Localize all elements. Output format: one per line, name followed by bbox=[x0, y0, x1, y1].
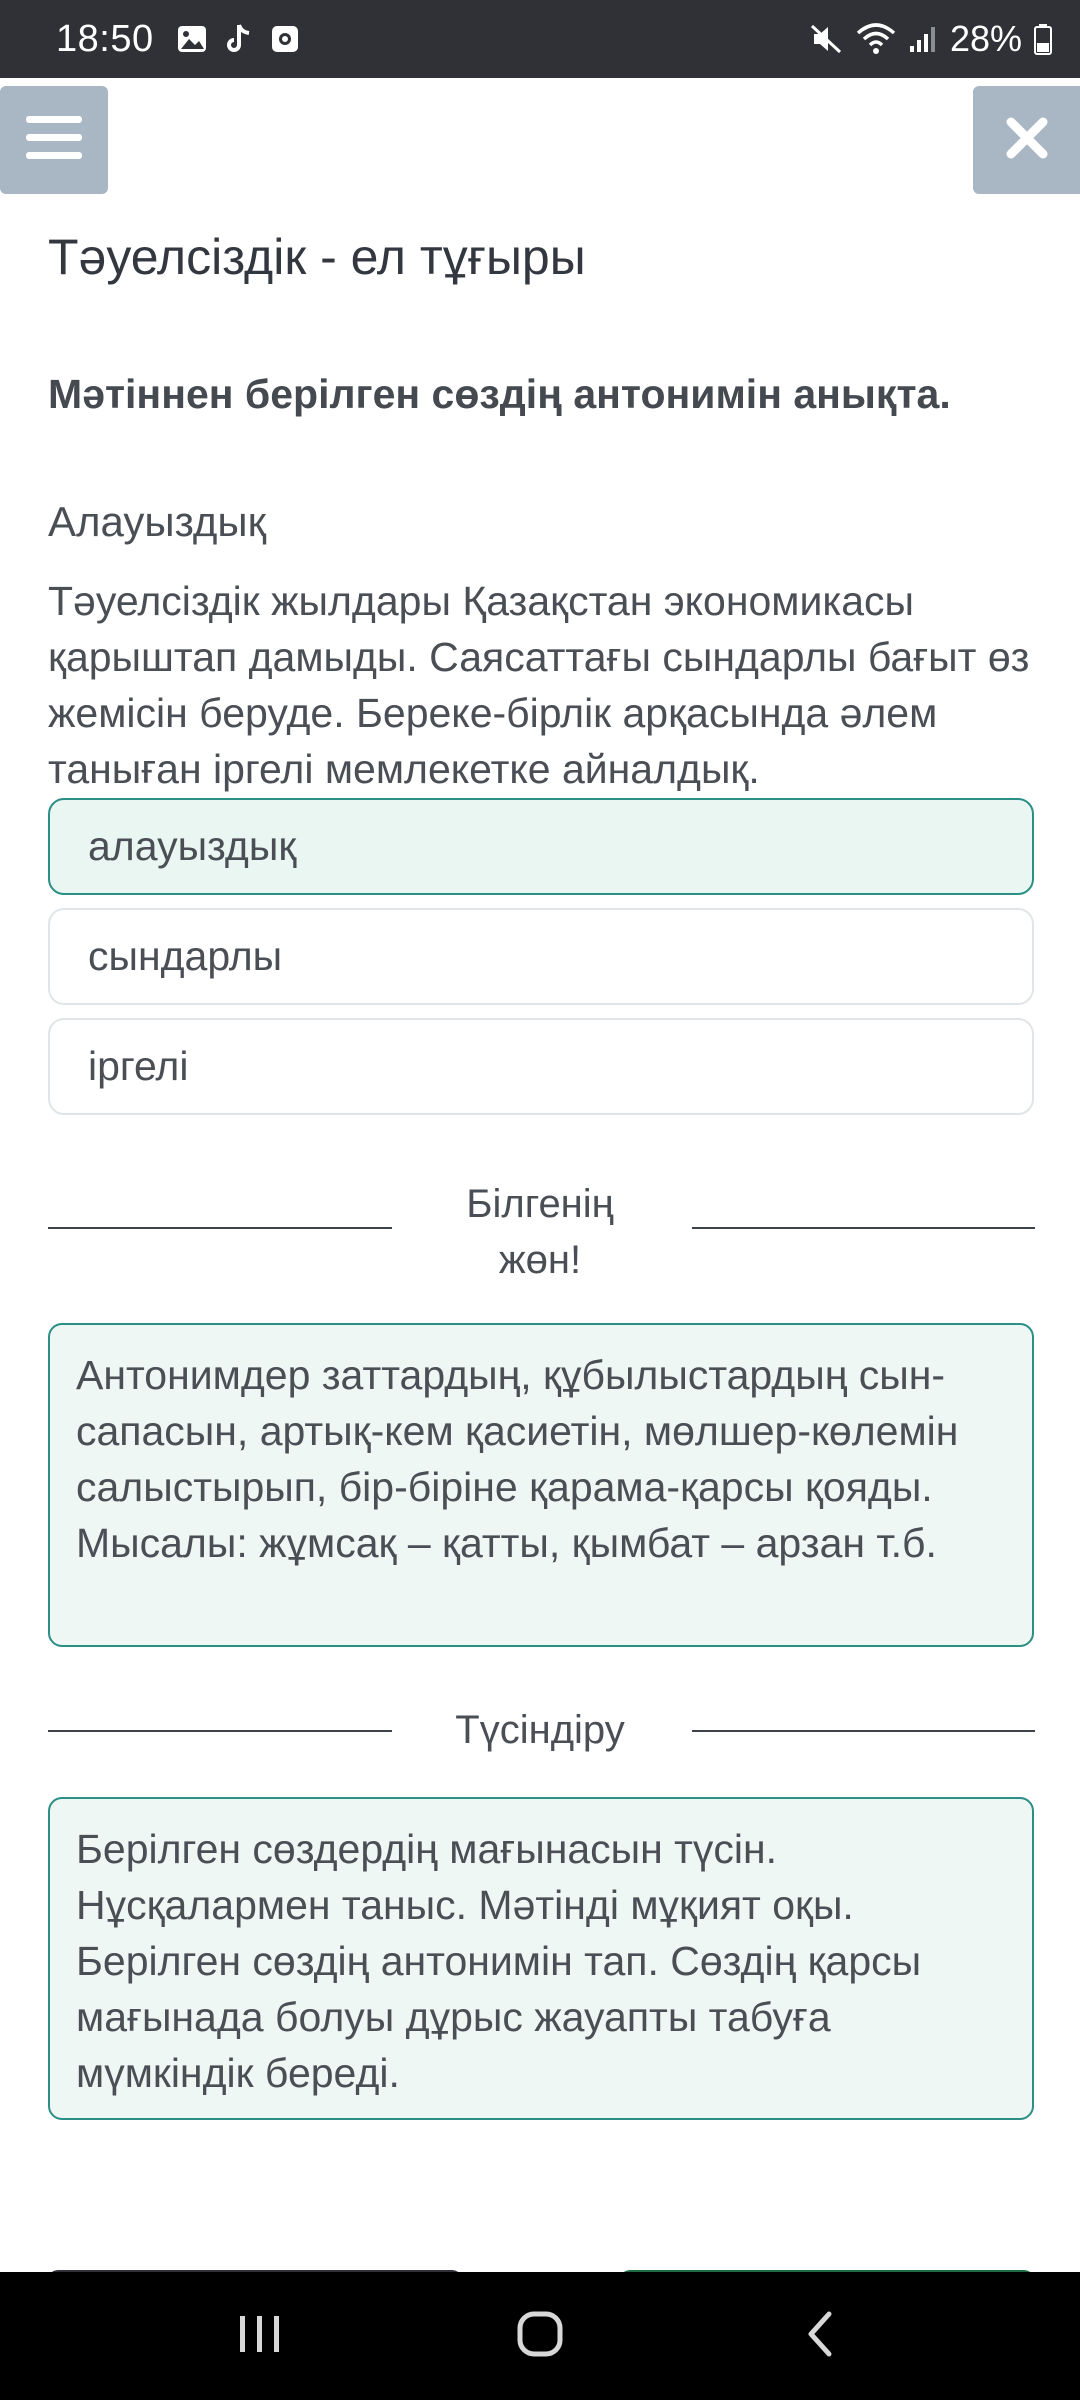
status-bar: 18:50 28% bbox=[0, 0, 1080, 78]
home-button[interactable] bbox=[480, 2286, 600, 2386]
gallery-icon bbox=[176, 24, 208, 54]
answer-option-2[interactable]: сындарлы bbox=[48, 908, 1034, 1005]
wifi-icon bbox=[856, 23, 896, 55]
answer-option-1[interactable]: алауыздық bbox=[48, 798, 1034, 895]
status-notification-icons bbox=[176, 23, 300, 55]
back-button[interactable] bbox=[760, 2286, 880, 2386]
menu-button[interactable] bbox=[0, 86, 108, 194]
question-word: Алауыздық bbox=[48, 498, 266, 545]
signal-icon bbox=[908, 24, 938, 54]
question-passage: Тәуелсіздік жылдары Қазақстан экономикас… bbox=[48, 578, 1030, 792]
close-icon bbox=[1005, 116, 1049, 165]
answer-option-label: алауыздық bbox=[88, 823, 297, 869]
tiktok-icon bbox=[224, 23, 254, 55]
close-button[interactable] bbox=[973, 86, 1080, 194]
question-prompt: Мәтіннен берілген сөздің антонимін анықт… bbox=[48, 371, 951, 417]
good-to-know-text: Антонимдер заттардың, құбылыстардың сын-… bbox=[76, 1352, 959, 1566]
recent-apps-icon bbox=[238, 2314, 282, 2359]
divider-line-right bbox=[692, 1730, 1035, 1732]
system-nav-bar bbox=[0, 2272, 1080, 2400]
answer-option-3[interactable]: іргелі bbox=[48, 1018, 1034, 1115]
divider-line-left bbox=[48, 1227, 392, 1229]
battery-icon bbox=[1034, 23, 1052, 55]
explanation-heading: Түсіндіру bbox=[455, 1708, 625, 1752]
hamburger-icon bbox=[26, 115, 82, 165]
status-time: 18:50 bbox=[56, 17, 154, 60]
divider-line-right bbox=[692, 1227, 1035, 1229]
recent-apps-button[interactable] bbox=[200, 2286, 320, 2386]
answer-option-label: іргелі bbox=[88, 1043, 189, 1089]
status-right-icons: 28% bbox=[808, 18, 1052, 60]
page-title: Тәуелсіздік - ел тұғыры bbox=[48, 229, 586, 285]
battery-percent: 28% bbox=[949, 18, 1022, 59]
explanation-text: Берілген сөздердің мағынасын түсін. Нұсқ… bbox=[76, 1826, 922, 2096]
back-icon bbox=[805, 2310, 835, 2363]
mute-icon bbox=[808, 22, 844, 56]
home-icon bbox=[516, 2310, 564, 2363]
answer-option-label: сындарлы bbox=[88, 933, 283, 979]
screen-record-icon bbox=[270, 24, 300, 54]
divider-line-left bbox=[48, 1730, 392, 1732]
good-to-know-heading: Білгенің жөн! bbox=[466, 1182, 614, 1282]
explanation-box: Берілген сөздердің мағынасын түсін. Нұсқ… bbox=[48, 1797, 1034, 2120]
good-to-know-box: Антонимдер заттардың, құбылыстардың сын-… bbox=[48, 1323, 1034, 1647]
